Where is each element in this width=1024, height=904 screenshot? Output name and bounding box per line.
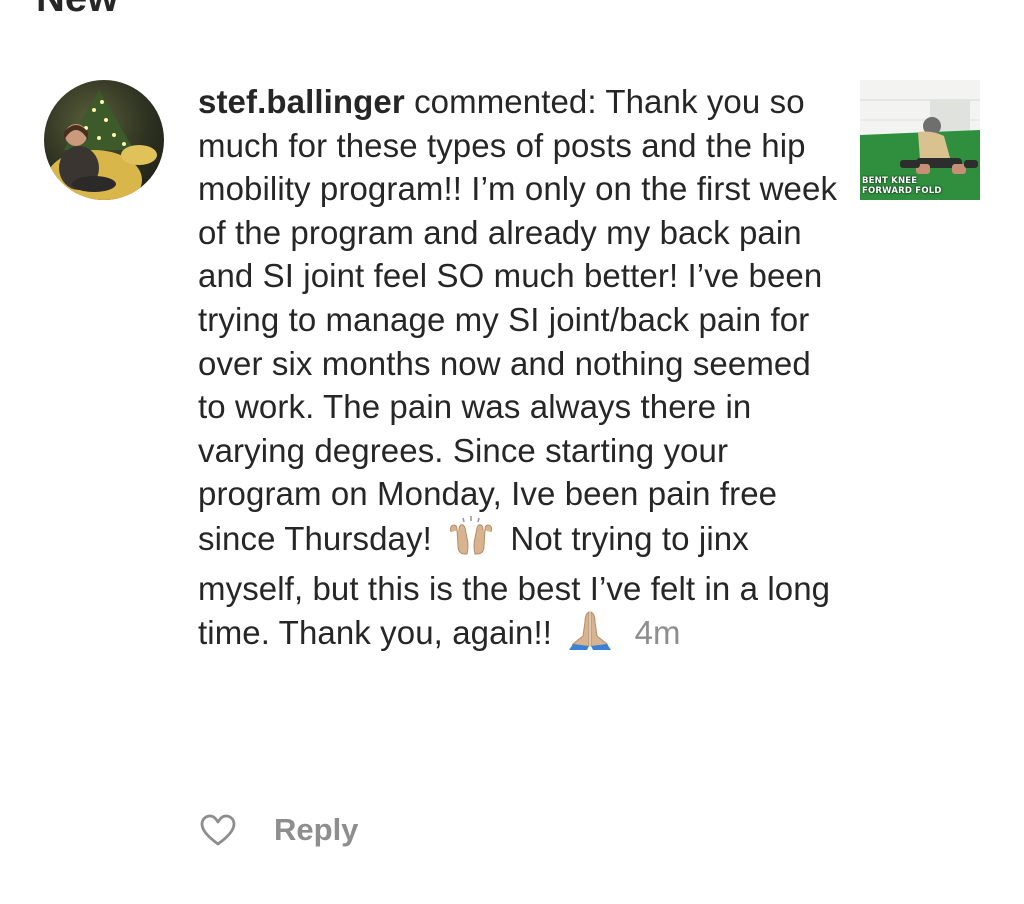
comment-timestamp[interactable]: 4m	[635, 614, 681, 651]
thumbnail-caption-line2: FORWARD FOLD	[862, 186, 942, 196]
heart-outline-icon[interactable]	[200, 814, 236, 846]
post-thumbnail[interactable]: BENT KNEE FORWARD FOLD	[860, 80, 980, 200]
raising-hands-icon	[445, 515, 497, 567]
thumbnail-caption-line1: BENT KNEE	[862, 176, 918, 186]
comment-text-part1: Thank you so much for these types of pos…	[198, 83, 838, 557]
comment-body: stef.ballinger commented: Thank you so m…	[198, 80, 838, 661]
comment-actions: Reply	[200, 808, 358, 852]
comment-username[interactable]: stef.ballinger	[198, 83, 405, 120]
avatar[interactable]	[44, 80, 164, 200]
section-title: New	[36, 0, 118, 18]
thumbnail-caption: BENT KNEE FORWARD FOLD	[862, 176, 942, 196]
reply-button[interactable]: Reply	[274, 812, 358, 848]
folded-hands-icon	[565, 610, 615, 661]
comment-action: commented:	[414, 83, 597, 120]
